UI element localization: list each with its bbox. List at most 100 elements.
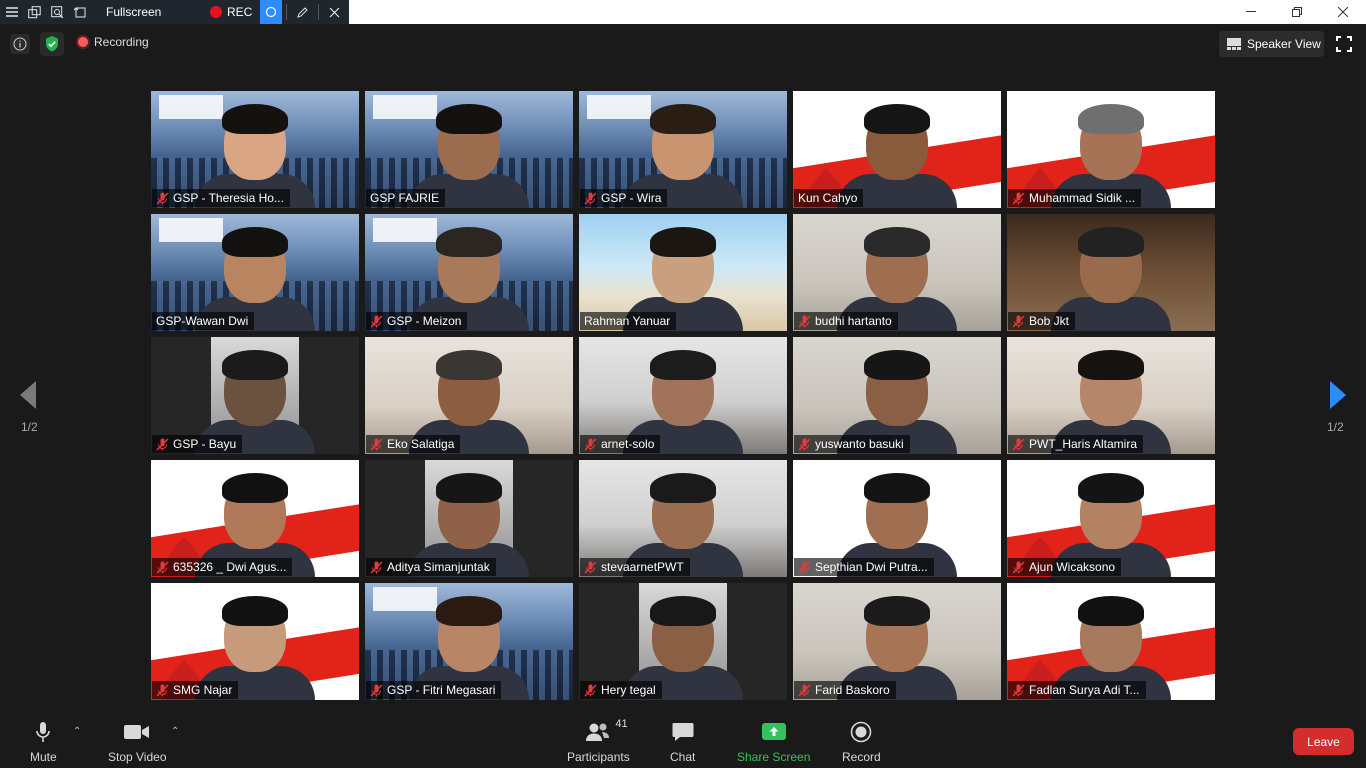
participant-name-tag: budhi hartanto bbox=[794, 312, 898, 330]
camera-tool-icon[interactable] bbox=[260, 0, 283, 24]
window-switch-icon[interactable] bbox=[23, 0, 46, 24]
fullscreen-icon[interactable] bbox=[1336, 36, 1352, 52]
participant-video-tile[interactable]: Kun Cahyo bbox=[793, 91, 1001, 208]
share-screen-button[interactable]: Share Screen bbox=[737, 720, 810, 764]
participant-video-tile[interactable]: GSP - Wira bbox=[579, 91, 787, 208]
participant-name-tag: PWT_Haris Altamira bbox=[1008, 435, 1144, 453]
recording-indicator[interactable]: Recording bbox=[78, 35, 149, 49]
stop-video-button[interactable]: Stop Video bbox=[108, 720, 167, 764]
participant-video-tile[interactable]: Ajun Wicaksono bbox=[1007, 460, 1215, 577]
minimize-icon[interactable] bbox=[1228, 0, 1274, 24]
participant-face bbox=[222, 227, 288, 303]
participant-name: Ajun Wicaksono bbox=[1029, 560, 1116, 574]
close-icon[interactable] bbox=[323, 0, 346, 24]
participant-hair bbox=[222, 104, 288, 134]
participant-name: Aditya Simanjuntak bbox=[387, 560, 490, 574]
participant-video-tile[interactable]: Eko Salatiga bbox=[365, 337, 573, 454]
record-button[interactable]: Record bbox=[842, 720, 881, 764]
speaker-view-button[interactable]: Speaker View bbox=[1219, 31, 1324, 57]
participant-name-tag: 635326 _ Dwi Agus... bbox=[152, 558, 293, 576]
participant-video-tile[interactable]: GSP - Fitri Megasari bbox=[365, 583, 573, 700]
record-icon bbox=[850, 720, 872, 744]
participant-name-tag: yuswanto basuki bbox=[794, 435, 910, 453]
audio-options-caret-icon[interactable]: ⌃ bbox=[73, 726, 81, 737]
participant-video-tile[interactable]: Septhian Dwi Putra... bbox=[793, 460, 1001, 577]
participant-video-tile[interactable]: budhi hartanto bbox=[793, 214, 1001, 331]
muted-microphone-icon bbox=[798, 684, 811, 696]
mute-button[interactable]: Mute bbox=[30, 720, 57, 764]
encryption-shield-icon[interactable] bbox=[40, 32, 64, 56]
muted-microphone-icon bbox=[1012, 315, 1025, 327]
participant-name-tag: GSP - Meizon bbox=[366, 312, 468, 330]
rec-indicator[interactable]: REC bbox=[202, 5, 260, 19]
zoom-search-icon[interactable] bbox=[46, 0, 69, 24]
participant-hair bbox=[436, 473, 502, 503]
rotate-icon[interactable] bbox=[69, 0, 92, 24]
annotation-tool-strip: Fullscreen REC bbox=[0, 0, 349, 24]
video-options-caret-icon[interactable]: ⌃ bbox=[171, 726, 179, 737]
participants-label: Participants bbox=[567, 750, 630, 764]
participant-hair bbox=[1078, 350, 1144, 380]
participant-hair bbox=[650, 596, 716, 626]
participant-video-tile[interactable]: SMG Najar bbox=[151, 583, 359, 700]
participant-video-tile[interactable]: GSP - Theresia Ho... bbox=[151, 91, 359, 208]
participant-video-tile[interactable]: 635326 _ Dwi Agus... bbox=[151, 460, 359, 577]
share-screen-icon bbox=[761, 720, 787, 744]
participant-name-tag: Muhammad Sidik ... bbox=[1008, 189, 1142, 207]
participant-video-tile[interactable]: Hery tegal bbox=[579, 583, 787, 700]
previous-page-arrow[interactable] bbox=[14, 367, 44, 427]
participant-name: Septhian Dwi Putra... bbox=[815, 560, 928, 574]
participant-name: yuswanto basuki bbox=[815, 437, 904, 451]
leave-button[interactable]: Leave bbox=[1293, 728, 1354, 755]
participant-video-tile[interactable]: Aditya Simanjuntak bbox=[365, 460, 573, 577]
participant-face bbox=[864, 104, 930, 180]
participant-name: Hery tegal bbox=[601, 683, 656, 697]
participant-face bbox=[1078, 104, 1144, 180]
participant-video-tile[interactable]: GSP-Wawan Dwi bbox=[151, 214, 359, 331]
participant-hair bbox=[1078, 104, 1144, 134]
participant-face bbox=[436, 350, 502, 426]
participant-video-tile[interactable]: GSP - Bayu bbox=[151, 337, 359, 454]
participant-name-tag: Hery tegal bbox=[580, 681, 662, 699]
participant-name: 635326 _ Dwi Agus... bbox=[173, 560, 287, 574]
participants-count: 41 bbox=[615, 718, 628, 730]
participant-video-tile[interactable]: Muhammad Sidik ... bbox=[1007, 91, 1215, 208]
participants-button[interactable]: 41 Participants bbox=[567, 718, 630, 764]
pen-icon[interactable] bbox=[291, 0, 314, 24]
next-page-arrow[interactable] bbox=[1322, 367, 1352, 427]
info-icon[interactable] bbox=[10, 34, 30, 54]
participant-name-tag: Eko Salatiga bbox=[366, 435, 461, 453]
participant-video-tile[interactable]: Bob Jkt bbox=[1007, 214, 1215, 331]
participant-face bbox=[436, 227, 502, 303]
participant-hair bbox=[864, 473, 930, 503]
participant-name: Eko Salatiga bbox=[387, 437, 455, 451]
participant-video-tile[interactable]: GSP - Meizon bbox=[365, 214, 573, 331]
participant-name-tag: Farid Baskoro bbox=[794, 681, 896, 699]
participant-face bbox=[864, 227, 930, 303]
participant-face bbox=[222, 596, 288, 672]
menu-icon[interactable] bbox=[0, 0, 23, 24]
participant-video-tile[interactable]: Rahman Yanuar bbox=[579, 214, 787, 331]
window-close-icon[interactable] bbox=[1320, 0, 1366, 24]
participant-name-tag: Septhian Dwi Putra... bbox=[794, 558, 934, 576]
participant-video-tile[interactable]: Fadlan Surya Adi T... bbox=[1007, 583, 1215, 700]
participant-name: Farid Baskoro bbox=[815, 683, 890, 697]
participant-video-tile[interactable]: Farid Baskoro bbox=[793, 583, 1001, 700]
restore-icon[interactable] bbox=[1274, 0, 1320, 24]
chat-button[interactable]: Chat bbox=[670, 720, 695, 764]
participant-video-tile[interactable]: arnet-solo bbox=[579, 337, 787, 454]
participant-video-tile[interactable]: PWT_Haris Altamira bbox=[1007, 337, 1215, 454]
participant-face bbox=[650, 596, 716, 672]
participant-name-tag: Bob Jkt bbox=[1008, 312, 1076, 330]
participant-video-tile[interactable]: yuswanto basuki bbox=[793, 337, 1001, 454]
participant-video-tile[interactable]: GSP FAJRIE bbox=[365, 91, 573, 208]
fullscreen-label[interactable]: Fullscreen bbox=[92, 5, 202, 19]
participant-name-tag: arnet-solo bbox=[580, 435, 661, 453]
participant-name: GSP - Meizon bbox=[387, 314, 462, 328]
rec-label: REC bbox=[227, 5, 253, 19]
participant-video-tile[interactable]: stevaarnetPWT bbox=[579, 460, 787, 577]
muted-microphone-icon bbox=[370, 315, 383, 327]
participant-hair bbox=[864, 350, 930, 380]
speaker-view-label: Speaker View bbox=[1247, 37, 1321, 51]
participant-name: Muhammad Sidik ... bbox=[1029, 191, 1136, 205]
